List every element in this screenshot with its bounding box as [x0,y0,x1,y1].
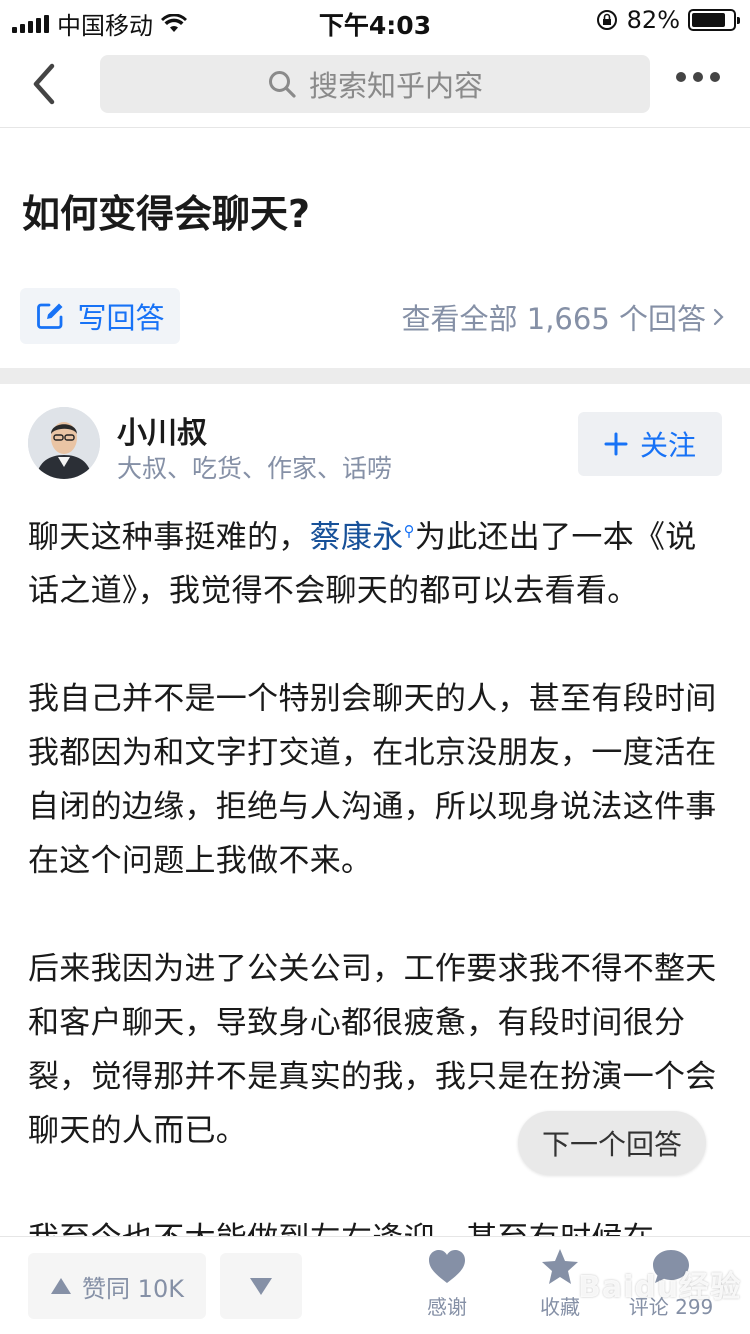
thanks-label: 感谢 [427,1295,467,1319]
answer-paragraph: 聊天这种事挺难的，蔡康永⚲为此还出了一本《说话之道》，我觉得不会聊天的都可以去看… [28,504,722,618]
watermark-logo: Baidu经验 [578,1270,742,1305]
write-answer-button[interactable]: 写回答 [20,288,180,344]
more-dot-icon [710,72,720,82]
heart-icon [429,1250,465,1283]
search-input[interactable]: 搜索知乎内容 [100,55,650,113]
vote-up-button[interactable]: 赞同 10K [28,1253,206,1319]
rotation-lock-icon [596,10,617,30]
status-right: 82% [595,6,740,34]
vote-up-label: 赞同 10K [82,1274,184,1303]
star-icon [542,1249,578,1284]
more-dot-icon [676,72,686,82]
more-button[interactable] [676,72,720,82]
author-bio: 大叔、吃货、作家、话唠 [117,454,393,483]
search-icon [268,71,296,98]
write-answer-label: 写回答 [77,301,165,335]
nav-bar: 搜索知乎内容 [0,40,750,128]
triangle-down-icon [250,1278,272,1295]
answer-paragraph: 我自己并不是一个特别会聊天的人，甚至有段时间我都因为和文字打交道，在北京没朋友，… [28,681,717,880]
back-button[interactable] [22,60,70,108]
follow-label: 关注 [639,429,696,462]
next-answer-button[interactable]: 下一个回答 [518,1111,706,1175]
battery-fill [692,13,725,27]
battery-percent: 82% [626,6,680,34]
chevron-left-icon [33,63,55,105]
view-all-answers-link[interactable]: 查看全部 1,665 个回答 [402,296,726,338]
collect-label: 收藏 [540,1295,580,1319]
battery-icon [688,9,740,31]
answer-paragraph: 我至今也不太能做到左右逢迎，甚至有时候在 [28,1212,722,1236]
chevron-right-icon [713,308,724,326]
search-link-icon: ⚲ [403,522,415,540]
edit-icon [37,303,63,329]
search-placeholder: 搜索知乎内容 [308,69,483,103]
section-divider [0,368,750,384]
view-all-label: 查看全部 1,665 个回答 [401,302,706,336]
status-bar: 中国移动 下午4:03 82% [0,0,750,40]
vote-down-button[interactable] [220,1253,302,1319]
answer-text: 聊天这种事挺难的， [28,519,310,556]
author-name[interactable]: 小川叔 [117,408,207,452]
thanks-button[interactable]: 感谢 [402,1247,492,1320]
question-title[interactable]: 如何变得会聊天? [22,183,310,238]
triangle-up-icon [51,1278,72,1294]
avatar-photo-icon [28,407,100,479]
plus-icon [604,432,628,456]
more-dot-icon [693,72,703,82]
avatar[interactable] [28,407,100,479]
follow-button[interactable]: 关注 [578,412,722,476]
mention-link[interactable]: 蔡康永 [310,519,404,555]
